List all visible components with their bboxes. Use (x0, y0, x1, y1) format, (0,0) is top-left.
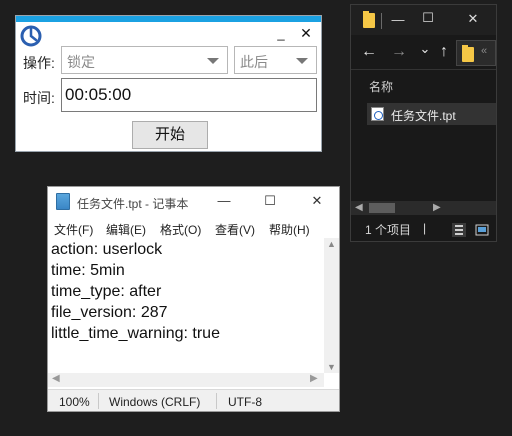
back-arrow-icon[interactable]: ← (361, 43, 377, 61)
zoom-level: 100% (59, 395, 90, 409)
operation-select-value: 锁定 (67, 54, 95, 70)
timer-file-icon (371, 107, 384, 121)
start-button[interactable]: 开始 (132, 121, 208, 149)
text-line: time: 5min (51, 262, 125, 279)
file-item[interactable]: 任务文件.tpt (367, 103, 496, 125)
notepad-maximize-button[interactable]: ☐ (262, 193, 278, 209)
titlebar-separator (381, 13, 382, 29)
explorer-close-button[interactable]: ✕ (465, 11, 481, 27)
scroll-left-icon[interactable]: ◀ (52, 373, 60, 384)
status-divider (98, 393, 99, 409)
details-view-icon[interactable] (452, 223, 466, 237)
timer-window: _ ✕ 操作: 锁定 此后 时间: 00:05:00 开始 (15, 15, 322, 152)
timing-select[interactable]: 此后 (234, 46, 317, 74)
notepad-horizontal-scrollbar[interactable]: ◀ ▶ (48, 373, 324, 387)
notepad-menubar: 文件(F) 编辑(E) 格式(O) 查看(V) 帮助(H) (48, 218, 339, 238)
chevron-down-icon (296, 58, 308, 64)
explorer-window: — ☐ ✕ ← → ⌄ ↑ « 名称 任务文件.tpt ◀ ▶ 1 个项目 | (350, 4, 497, 242)
timer-minimize-button[interactable]: _ (274, 26, 288, 41)
timing-select-value: 此后 (240, 54, 268, 70)
status-separator: | (423, 221, 427, 235)
path-overflow-icon[interactable]: « (481, 45, 487, 57)
timer-close-button[interactable]: ✕ (298, 25, 314, 42)
status-divider (216, 393, 217, 409)
scroll-right-icon[interactable]: ▶ (433, 202, 441, 213)
timer-accent-bar (16, 16, 321, 22)
time-label: 时间: (23, 90, 55, 106)
scroll-left-icon[interactable]: ◀ (355, 202, 363, 213)
menu-format[interactable]: 格式(O) (160, 221, 201, 238)
notepad-titlebar: 任务文件.tpt - 记事本 — ☐ ✕ (48, 187, 339, 217)
item-count-status: 1 个项目 (365, 223, 412, 237)
operation-select[interactable]: 锁定 (61, 46, 228, 74)
explorer-titlebar: — ☐ ✕ (351, 5, 496, 35)
notepad-vertical-scrollbar[interactable]: ▲ ▼ (324, 238, 339, 373)
explorer-minimize-button[interactable]: — (390, 12, 406, 27)
scrollbar-thumb[interactable] (369, 203, 395, 213)
scroll-down-icon[interactable]: ▼ (327, 362, 336, 372)
text-line: file_version: 287 (51, 304, 168, 321)
menu-view[interactable]: 查看(V) (215, 221, 255, 238)
time-input[interactable]: 00:05:00 (61, 78, 317, 112)
notepad-minimize-button[interactable]: — (216, 193, 232, 208)
menu-edit[interactable]: 编辑(E) (106, 221, 146, 238)
forward-arrow-icon[interactable]: → (391, 43, 407, 61)
text-line: time_type: after (51, 283, 162, 300)
clock-logo-icon (20, 25, 42, 47)
chevron-down-icon (207, 58, 219, 64)
operation-label: 操作: (23, 55, 55, 71)
notepad-icon (56, 193, 70, 210)
notepad-close-button[interactable]: ✕ (309, 193, 325, 209)
address-bar[interactable]: « (456, 40, 496, 66)
scroll-up-icon[interactable]: ▲ (327, 239, 336, 249)
menu-file[interactable]: 文件(F) (54, 221, 93, 238)
scroll-right-icon[interactable]: ▶ (310, 373, 318, 384)
text-line: little_time_warning: true (51, 325, 220, 342)
notepad-statusbar: 100% Windows (CRLF) UTF-8 (48, 389, 339, 411)
explorer-divider (351, 69, 496, 70)
explorer-maximize-button[interactable]: ☐ (420, 10, 436, 26)
explorer-horizontal-scrollbar[interactable]: ◀ ▶ (351, 201, 496, 215)
notepad-title: 任务文件.tpt - 记事本 (77, 197, 189, 211)
column-header-name[interactable]: 名称 (369, 78, 393, 95)
up-arrow-icon[interactable]: ↑ (436, 43, 452, 61)
menu-help[interactable]: 帮助(H) (269, 221, 310, 238)
notepad-window: 任务文件.tpt - 记事本 — ☐ ✕ 文件(F) 编辑(E) 格式(O) 查… (47, 186, 340, 412)
encoding: UTF-8 (228, 395, 262, 409)
file-item-name: 任务文件.tpt (391, 109, 456, 123)
large-icons-view-icon[interactable] (475, 223, 489, 237)
recent-locations-icon[interactable]: ⌄ (417, 41, 433, 57)
folder-icon (462, 45, 474, 62)
text-line: action: userlock (51, 241, 163, 258)
notepad-text-area[interactable]: action: userlock time: 5min time_type: a… (51, 239, 323, 371)
folder-icon (363, 11, 375, 28)
line-ending: Windows (CRLF) (109, 395, 201, 409)
